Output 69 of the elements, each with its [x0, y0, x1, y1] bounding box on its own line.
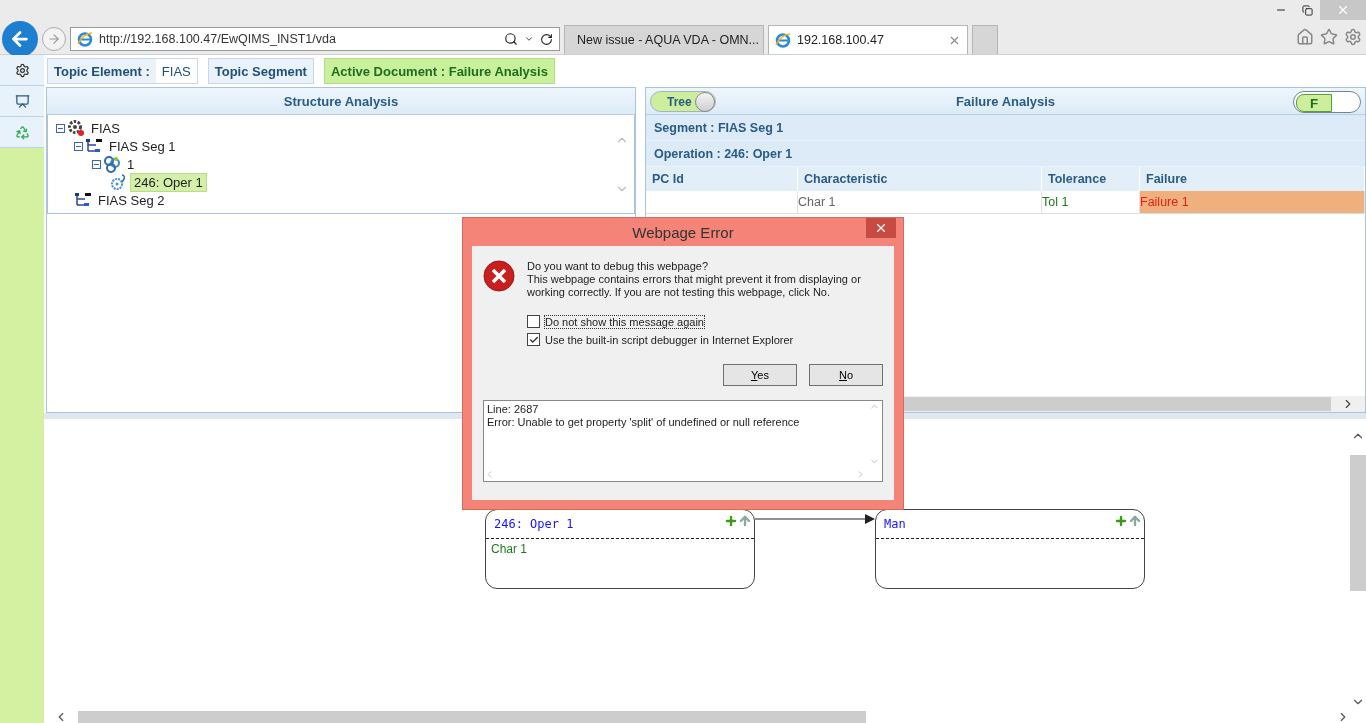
column-header: PC Id	[646, 167, 798, 191]
tree-item[interactable]: 1	[123, 154, 139, 174]
tree-item[interactable]: FIAS	[87, 118, 124, 138]
topic-chip: Active Document : Failure Analysis	[323, 58, 555, 84]
tree-item[interactable]: FIAS Seg 1	[105, 136, 180, 156]
panel-header: Structure Analysis	[47, 88, 635, 115]
settings-icon[interactable]	[14, 62, 30, 78]
dialog-message: This webpage contains errors that might prevent it from displaying or working correctly. If you are not testing this webpage, click No.	[527, 273, 862, 299]
topic-chip: Topic Element : FIAS	[47, 58, 198, 84]
column-header: Failure	[1140, 167, 1365, 191]
browser-tab[interactable]: New issue - AQUA VDA - OMN...	[564, 25, 764, 54]
restore-icon[interactable]	[1301, 4, 1313, 16]
segment-row: Segment : FIAS Seg 1	[646, 115, 1365, 141]
dialog-question: Do you want to debug this webpage?	[527, 260, 710, 273]
mode-toggle[interactable]: F	[1293, 91, 1361, 113]
star-icon[interactable]	[1320, 28, 1338, 46]
checkbox[interactable]	[527, 333, 540, 346]
address-bar[interactable]: http://192.168.100.47/EwQIMS_INST1/vda	[70, 27, 560, 51]
dialog-button[interactable]: Yes	[723, 364, 797, 386]
tree-item[interactable]: FIAS Seg 2	[94, 190, 169, 210]
refresh-icon[interactable]	[540, 32, 553, 46]
node-item: Char 1	[490, 541, 529, 556]
table-cell: Tol 1	[1042, 191, 1140, 214]
caret-icon[interactable]	[524, 34, 534, 44]
globe-icon	[77, 31, 93, 47]
error-details: Line: 2687 Error: Unable to get property 'split' of undefined or null reference	[483, 400, 883, 482]
screen-icon[interactable]	[14, 93, 30, 109]
presentation-button[interactable]	[0, 86, 44, 117]
column-header: Characteristic	[798, 167, 1042, 191]
tree-item[interactable]: 246: Oper 1	[130, 172, 207, 192]
dialog-button[interactable]: No	[809, 364, 883, 386]
collapse-toggle[interactable]	[56, 123, 65, 133]
table-cell: Failure 1	[1140, 191, 1365, 214]
close-icon[interactable]	[874, 221, 888, 235]
checkbox-label: Do not show this message again	[545, 315, 704, 328]
settings-button[interactable]	[0, 55, 44, 86]
panel-header: Tree Failure Analysis F	[646, 88, 1365, 115]
collapse-toggle[interactable]	[74, 141, 83, 151]
gear-icon	[67, 119, 85, 137]
forward-button[interactable]	[42, 27, 66, 51]
hierarchy-icon	[74, 192, 92, 208]
browser-tab[interactable]: 192.168.100.47	[768, 25, 968, 54]
add-icon[interactable]	[724, 514, 738, 528]
tree-toggle[interactable]: Tree	[650, 91, 716, 112]
url-text: http://192.168.100.47/EwQIMS_INST1/vda	[99, 32, 337, 46]
back-button[interactable]	[2, 21, 38, 57]
checkbox[interactable]	[527, 315, 540, 328]
home-icon[interactable]	[1296, 28, 1314, 46]
globe-icon	[775, 32, 791, 48]
hierarchy-icon	[85, 138, 103, 154]
search-icon[interactable]	[504, 32, 518, 46]
table-cell: Char 1	[798, 191, 1042, 214]
diagram-node[interactable]: 246: Oper 1 Char 1	[485, 509, 755, 589]
checkbox-label: Use the built-in script debugger in Internet Explorer	[545, 333, 794, 346]
diagram-node[interactable]: Man	[875, 509, 1145, 589]
gear-icon	[110, 173, 128, 191]
close-button[interactable]	[866, 218, 896, 238]
operation-row: Operation : 246: Oper 1	[646, 141, 1365, 167]
topic-chip: Topic Segment	[207, 58, 314, 84]
arrow-up-icon[interactable]	[1128, 514, 1142, 528]
add-icon[interactable]	[1114, 514, 1128, 528]
recycle-button[interactable]	[0, 117, 44, 148]
error-icon	[483, 260, 515, 292]
arrow-right-icon[interactable]	[47, 32, 61, 46]
dialog-title: Webpage Error	[632, 223, 734, 241]
recycle-icon[interactable]	[14, 124, 30, 140]
gears-icon	[103, 155, 121, 173]
column-header: Tolerance	[1042, 167, 1140, 191]
collapse-toggle[interactable]	[92, 159, 101, 169]
